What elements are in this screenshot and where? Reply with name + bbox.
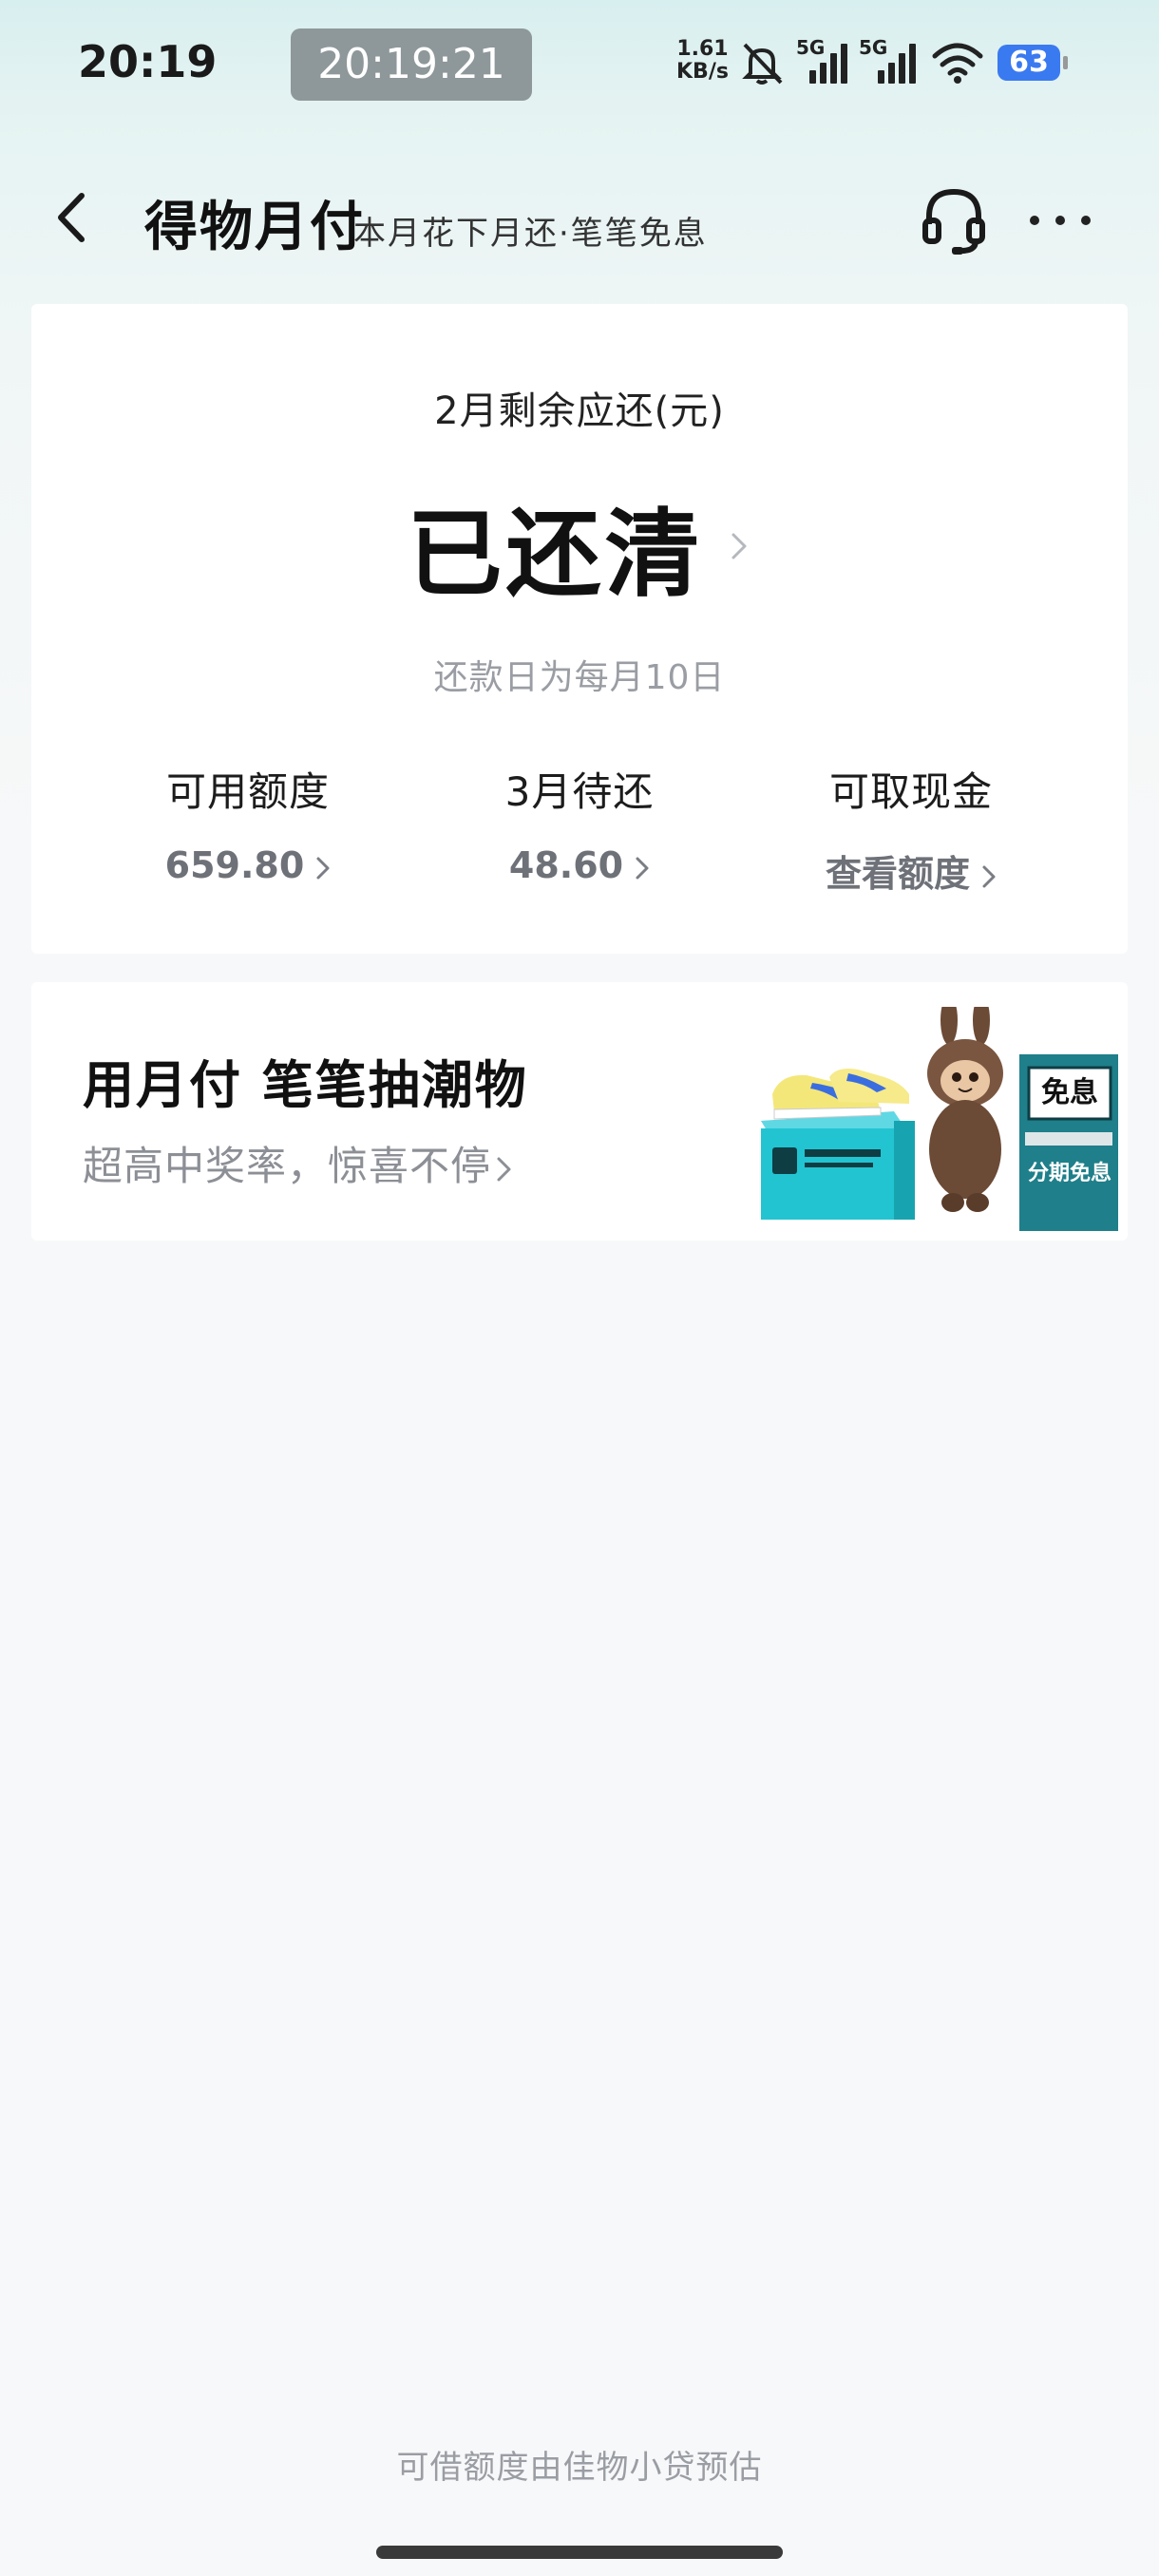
wifi-icon [932, 43, 983, 84]
network-speed-unit: KB/s [676, 60, 729, 84]
chevron-right-icon [497, 1157, 511, 1181]
sim2-signal-icon: 5G [859, 36, 918, 84]
network-speed-value: 1.61 [676, 37, 729, 61]
sim2-label: 5G [859, 36, 888, 59]
stats-row: 可用额度 659.80 3月待还 48.60 可取现金 查看额度 [31, 760, 1128, 902]
stat-label: 3月待还 [504, 768, 655, 815]
chevron-right-icon [982, 865, 996, 887]
shoe-box-icon [761, 1111, 915, 1220]
promo-banner[interactable]: 用月付 笔笔抽潮物 超高中奖率，惊喜不停 免息 分期免息 [31, 982, 1128, 1241]
promo-title: 用月付 笔笔抽潮物 [83, 1055, 528, 1115]
battery-icon: 63 [998, 45, 1068, 81]
page-subtitle: 本月花下月还·笔笔免息 [353, 215, 708, 253]
sneaker-icon [772, 1069, 909, 1120]
repayment-summary-card: 2月剩余应还(元) 已还清 还款日为每月10日 可用额度 659.80 3月待还… [31, 304, 1128, 954]
back-button[interactable] [42, 184, 108, 251]
status-icons: 5G 5G 63 [737, 34, 1068, 91]
customer-service-button[interactable] [920, 182, 988, 258]
stat-value-row: 659.80 [105, 844, 390, 886]
promo-subtitle-text: 超高中奖率，惊喜不停 [83, 1143, 492, 1189]
stat-value-row: 48.60 [437, 844, 722, 886]
mute-bell-icon [742, 43, 783, 85]
headset-icon [922, 188, 985, 255]
next-month-due[interactable]: 3月待还 48.60 [437, 760, 722, 886]
more-button[interactable] [1030, 209, 1091, 232]
available-credit[interactable]: 可用额度 659.80 [105, 760, 390, 886]
status-time: 20:19 [78, 36, 218, 87]
repayment-date-note: 还款日为每月10日 [433, 658, 726, 697]
credit-estimate-note: 可借额度由佳物小贷预估 [396, 2449, 763, 2487]
badge-top-text: 免息 [1041, 1076, 1098, 1109]
stat-value-row: 查看额度 [769, 844, 1054, 897]
cash-withdrawal[interactable]: 可取现金 查看额度 [769, 760, 1054, 897]
stat-value: 659.80 [164, 844, 305, 886]
plush-toy-icon [927, 1007, 1003, 1212]
stat-value: 48.60 [508, 844, 624, 886]
promo-subtitle: 超高中奖率，惊喜不停 [83, 1134, 514, 1192]
chevron-right-icon [316, 857, 330, 879]
more-dot-icon [1081, 216, 1091, 225]
more-dot-icon [1030, 216, 1039, 225]
page-title: 得物月付 [144, 197, 365, 258]
screen-recorder-pill[interactable]: 20:19:21 [291, 28, 532, 101]
chevron-right-icon [732, 533, 747, 559]
more-dot-icon [1055, 216, 1065, 225]
promo-illustration: 免息 分期免息 [761, 1007, 1118, 1231]
sim1-signal-icon: 5G [796, 36, 849, 84]
stat-value: 查看额度 [825, 853, 970, 895]
home-indicator[interactable] [376, 2546, 783, 2559]
sim1-label: 5G [796, 36, 826, 59]
network-speed: 1.61 KB/s [676, 38, 729, 84]
chevron-left-icon [58, 193, 85, 242]
interest-free-badge: 免息 分期免息 [1019, 1054, 1118, 1231]
status-bar: 20:19 20:19:21 1.61 KB/s 5G 5G 63 [0, 0, 1159, 133]
remaining-due-label: 2月剩余应还(元) [434, 389, 725, 433]
badge-bottom-text: 分期免息 [1028, 1161, 1112, 1185]
repayment-status[interactable]: 已还清 [31, 477, 1128, 615]
nav-bar: 得物月付 本月花下月还·笔笔免息 [0, 171, 1159, 266]
chevron-right-icon [636, 857, 649, 879]
repayment-status-value: 已还清 [407, 499, 704, 610]
stat-label: 可用额度 [165, 768, 330, 815]
stat-label: 可取现金 [828, 768, 993, 815]
